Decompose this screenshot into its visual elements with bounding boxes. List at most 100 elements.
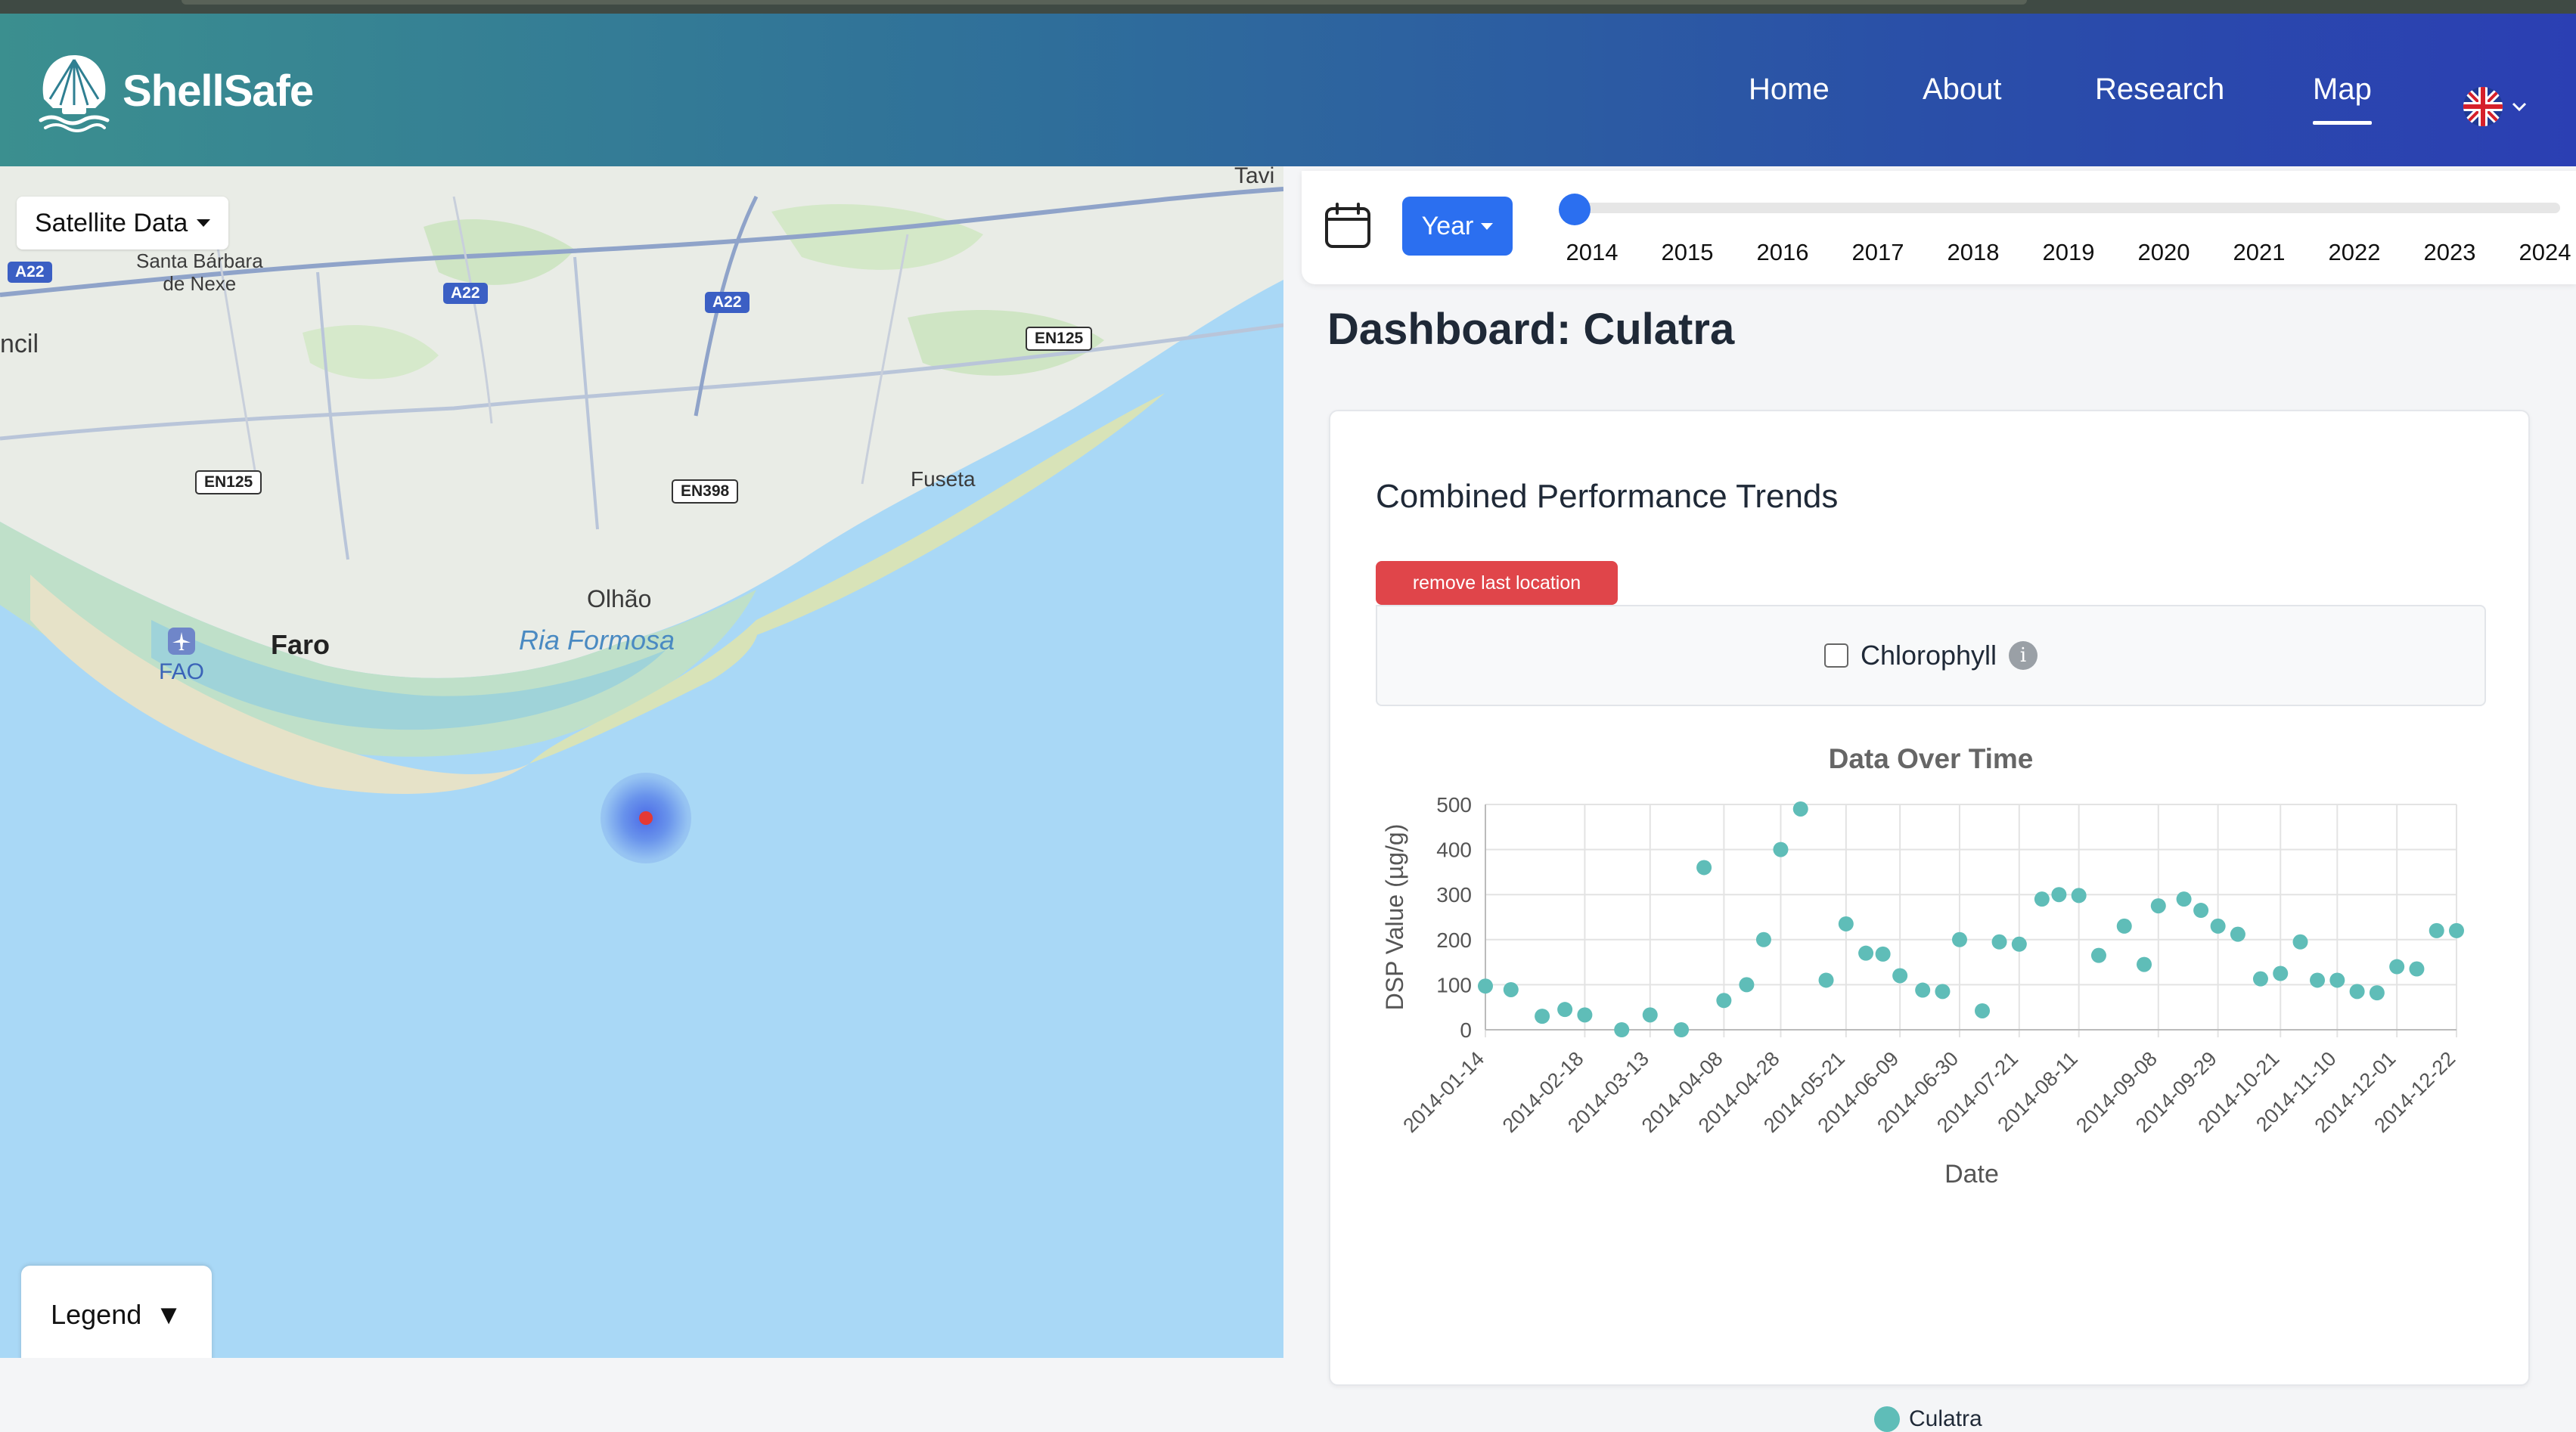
data-point	[1991, 934, 2007, 950]
year-tick-2018[interactable]: 2018	[1948, 239, 2000, 266]
y-tick-label: 400	[1436, 838, 1472, 862]
location-marker[interactable]	[639, 811, 653, 825]
data-point	[1577, 1007, 1593, 1023]
map-label-santa-barbara: Santa Bárbara de Nexe	[136, 250, 263, 295]
data-point	[2252, 971, 2268, 987]
map-view[interactable]: A22 A22 A22 EN125 EN125 EN398 Santa Bárb…	[0, 166, 1283, 1358]
data-point	[2230, 926, 2245, 942]
dashboard-title: Dashboard: Culatra	[1327, 305, 1735, 354]
granularity-label: Year	[1421, 211, 1474, 240]
year-tick-2021[interactable]: 2021	[2233, 239, 2286, 266]
year-tick-2023[interactable]: 2023	[2424, 239, 2476, 266]
year-tick-2024[interactable]: 2024	[2519, 239, 2571, 266]
data-point	[1755, 931, 1771, 947]
data-point	[2051, 887, 2067, 903]
data-point	[1975, 1003, 1991, 1018]
y-tick-label: 0	[1460, 1018, 1472, 1042]
y-axis-label: DSP Value (µg/g)	[1381, 824, 1408, 1011]
data-point	[2409, 961, 2425, 977]
data-point	[1875, 946, 1891, 962]
data-point	[2071, 888, 2087, 904]
y-tick-label: 300	[1436, 883, 1472, 907]
data-point	[2176, 891, 2192, 907]
data-point	[1674, 1022, 1690, 1037]
data-point	[2310, 972, 2326, 988]
language-selector[interactable]	[2463, 86, 2528, 127]
data-point	[2116, 918, 2132, 934]
y-tick-label: 100	[1436, 973, 1472, 997]
legend-label-culatra: Culatra	[1909, 1406, 1982, 1431]
data-point	[2389, 959, 2405, 975]
map-label-olhao: Olhão	[587, 585, 652, 612]
airport-icon	[168, 628, 195, 655]
y-tick-label: 200	[1436, 928, 1472, 952]
x-tick-label: 2014-01-14	[1398, 1047, 1488, 1137]
map-label-fao: FAO	[159, 659, 205, 684]
granularity-dropdown[interactable]: Year	[1402, 197, 1513, 256]
data-point	[1951, 931, 1967, 947]
data-point	[1478, 978, 1493, 994]
nav-research-link[interactable]: Research	[2095, 73, 2224, 107]
year-tick-2016[interactable]: 2016	[1757, 239, 1809, 266]
uk-flag-icon	[2463, 87, 2503, 126]
year-tick-2020[interactable]: 2020	[2138, 239, 2190, 266]
dashboard-panel: Year 2014 2015 2016 2017 2018 2019 2020 2021 202…	[1283, 166, 2576, 1432]
y-tick-label: 500	[1436, 793, 1472, 817]
data-point	[1915, 982, 1931, 998]
navbar: ShellSafe Home About Research Map	[0, 14, 2576, 166]
chart-title: Data Over Time	[1829, 743, 2034, 774]
data-point	[2090, 947, 2106, 963]
data-point	[2329, 972, 2345, 988]
data-point	[2429, 922, 2444, 938]
chart-legend[interactable]: Culatra	[1874, 1406, 1982, 1432]
year-tick-2019[interactable]: 2019	[2043, 239, 2095, 266]
data-point	[1838, 916, 1854, 931]
time-filter-bar: Year 2014 2015 2016 2017 2018 2019 2020 2021 202…	[1302, 171, 2576, 284]
data-point	[1792, 801, 1808, 817]
data-point	[2193, 903, 2209, 919]
data-point	[2137, 956, 2152, 972]
data-point	[2034, 891, 2050, 907]
road-shield-a22: A22	[705, 292, 750, 313]
year-tick-2014[interactable]: 2014	[1566, 239, 1619, 266]
data-point	[2210, 918, 2226, 934]
data-point	[1739, 977, 1755, 993]
nav-home-link[interactable]: Home	[1749, 73, 1830, 107]
legend-toggle-button[interactable]: Legend ▼	[21, 1266, 212, 1358]
chevron-down-icon	[2512, 102, 2527, 112]
data-point	[1557, 1002, 1573, 1018]
year-tick-2022[interactable]: 2022	[2329, 239, 2381, 266]
nav-about-link[interactable]: About	[1923, 73, 2002, 107]
year-tick-2017[interactable]: 2017	[1852, 239, 1904, 266]
map-label-loule: ncil	[0, 330, 39, 358]
legend-swatch-culatra	[1874, 1406, 1900, 1432]
data-point	[1642, 1007, 1658, 1023]
caret-down-icon	[1481, 222, 1494, 230]
data-point	[1818, 972, 1834, 988]
dsp-scatter-chart: Data Over Time 0 100 200 300 400 500 2014-01-14…	[1381, 743, 2464, 1189]
triangle-down-icon: ▼	[155, 1299, 182, 1330]
year-tick-2015[interactable]: 2015	[1662, 239, 1714, 266]
data-point	[1535, 1009, 1550, 1024]
caret-down-icon	[197, 219, 211, 227]
map-label-fuseta: Fuseta	[911, 467, 976, 491]
satellite-data-dropdown[interactable]: Satellite Data	[17, 197, 229, 250]
data-point	[1858, 945, 1874, 961]
satellite-data-label: Satellite Data	[35, 208, 188, 237]
road-shield-a22: A22	[8, 262, 52, 283]
data-point	[2150, 898, 2166, 914]
road-shield-a22: A22	[443, 283, 488, 304]
year-slider-track[interactable]	[1577, 203, 2560, 213]
data-point	[1614, 1022, 1630, 1037]
data-point	[2292, 934, 2308, 950]
data-point	[1892, 968, 1908, 984]
year-ticks: 2014 2015 2016 2017 2018 2019 2020 2021 2022 2023…	[1566, 239, 2572, 269]
year-slider-handle[interactable]	[1559, 194, 1591, 225]
calendar-icon[interactable]	[1323, 201, 1373, 251]
data-point	[1716, 993, 1732, 1009]
trends-card: Combined Performance Trends remove last …	[1329, 410, 2530, 1386]
nav-map-link[interactable]: Map	[2313, 73, 2372, 125]
legend-label: Legend	[51, 1299, 142, 1330]
data-point	[1773, 842, 1789, 857]
map-label-ria-formosa: Ria Formosa	[519, 625, 675, 656]
